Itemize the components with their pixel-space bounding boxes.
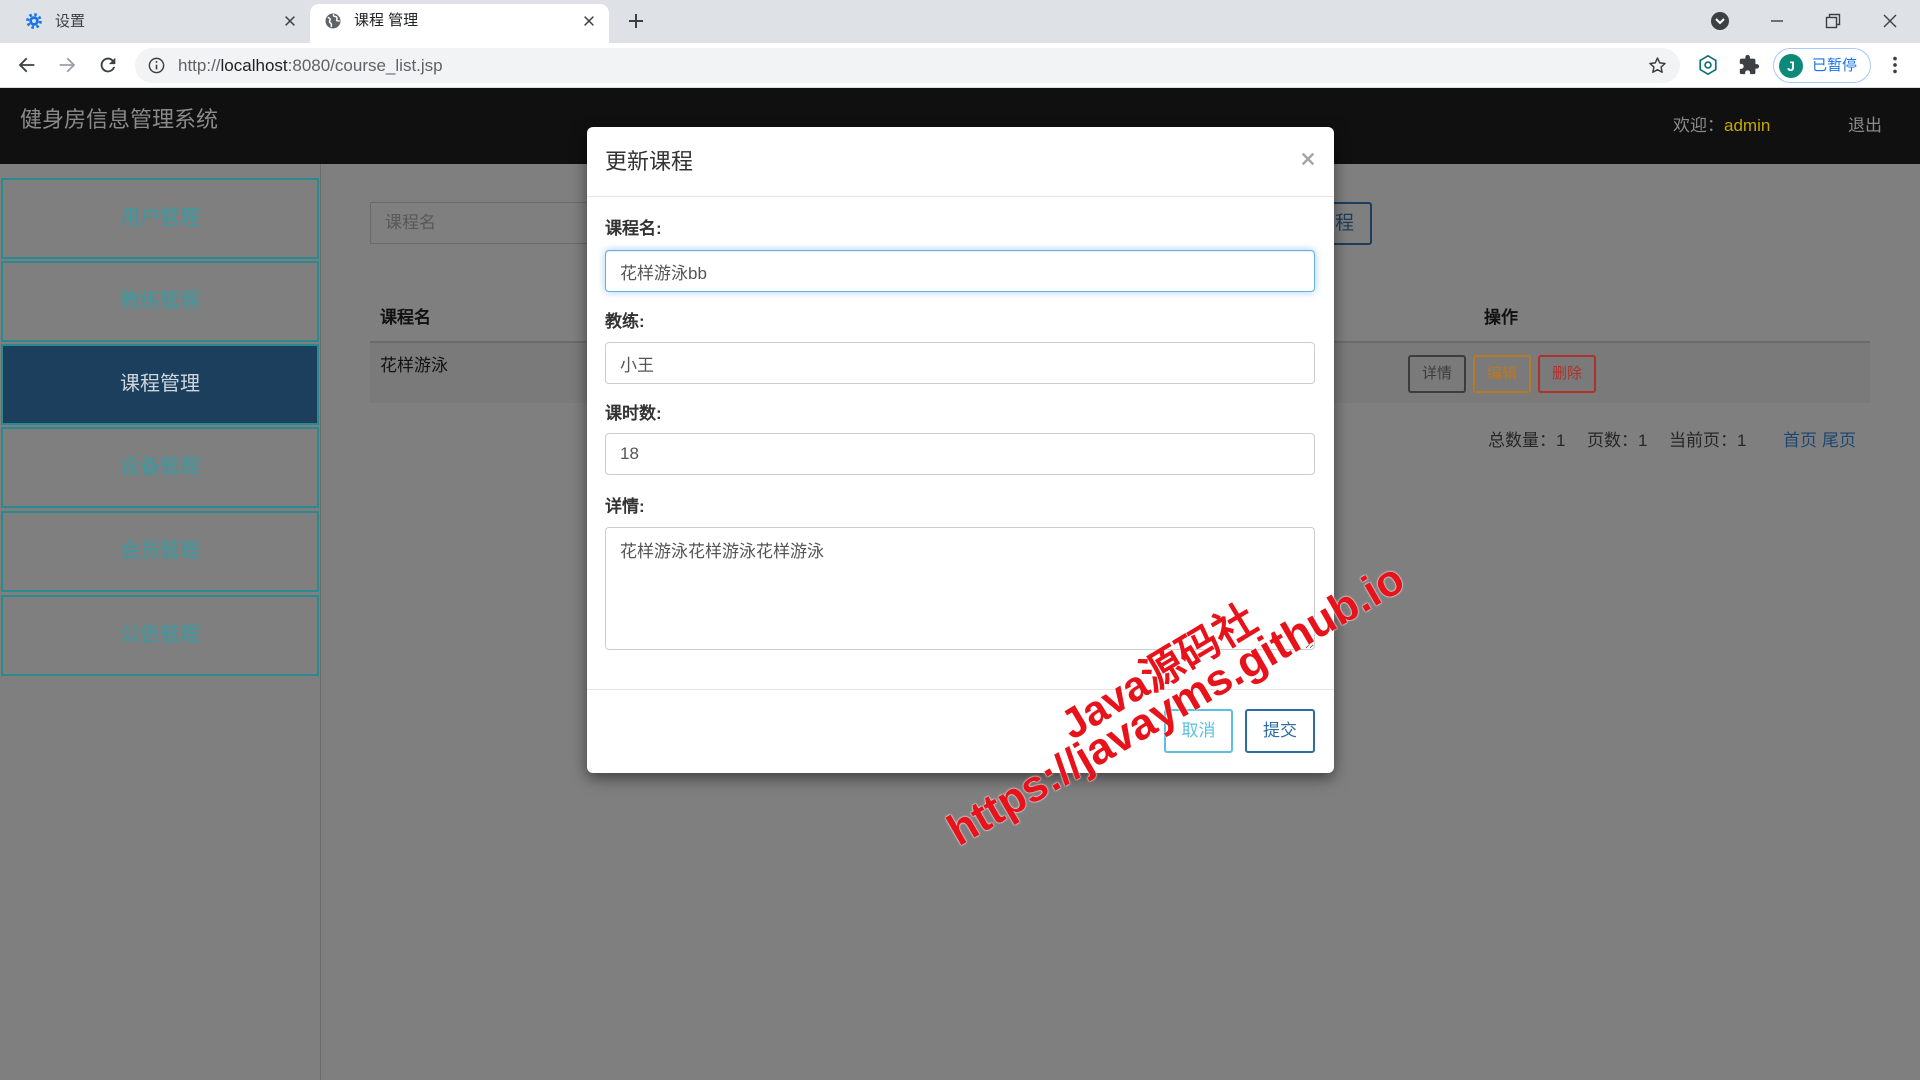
url-path: :8080/course_list.jsp bbox=[287, 56, 443, 75]
url-scheme: http:// bbox=[178, 56, 221, 75]
close-window-icon[interactable] bbox=[1880, 11, 1900, 31]
forward-arrow-icon[interactable] bbox=[56, 54, 78, 76]
dialog-header: 更新课程 bbox=[587, 127, 1334, 197]
submit-button[interactable]: 提交 bbox=[1245, 709, 1315, 753]
detail-label: 详情: bbox=[605, 497, 645, 516]
tab-course-management[interactable]: 课程 管理 bbox=[310, 4, 609, 43]
bookmark-star-icon[interactable] bbox=[1647, 55, 1668, 76]
course-name-label: 课程名: bbox=[605, 219, 662, 238]
profile-button[interactable]: J 已暂停 bbox=[1773, 48, 1871, 83]
avatar: J bbox=[1779, 54, 1803, 78]
detail-textarea[interactable]: 花样游泳花样游泳花样游泳 bbox=[605, 527, 1315, 650]
globe-icon bbox=[324, 12, 342, 30]
url-host: localhost bbox=[220, 56, 288, 75]
tab-title: 设置 bbox=[55, 13, 86, 30]
dialog-footer-divider bbox=[587, 689, 1334, 690]
tab-settings[interactable]: 设置 bbox=[0, 0, 309, 43]
dialog-title: 更新课程 bbox=[605, 149, 694, 174]
minimize-icon[interactable] bbox=[1767, 11, 1787, 31]
tab-title: 课程 管理 bbox=[354, 12, 419, 29]
course-name-field[interactable] bbox=[605, 250, 1315, 292]
gear-icon bbox=[25, 12, 43, 30]
extension-hexagon-icon[interactable] bbox=[1697, 54, 1719, 76]
restore-icon[interactable] bbox=[1823, 11, 1843, 31]
reload-icon[interactable] bbox=[97, 54, 119, 76]
lesson-count-label: 课时数: bbox=[605, 404, 662, 423]
lesson-count-field[interactable] bbox=[605, 433, 1315, 475]
browser-toolbar: http://localhost:8080/course_list.jsp J … bbox=[0, 43, 1920, 88]
coach-field[interactable] bbox=[605, 342, 1315, 384]
tab-search-dropdown-icon[interactable] bbox=[1710, 11, 1730, 31]
extensions-puzzle-icon[interactable] bbox=[1738, 54, 1760, 76]
close-icon[interactable] bbox=[1300, 151, 1316, 167]
update-course-dialog: 更新课程 课程名: 教练: 课时数: 详情: 花样游泳花样游泳花样游泳 取消 提… bbox=[587, 127, 1334, 773]
close-icon[interactable] bbox=[582, 14, 596, 28]
new-tab-plus-icon[interactable] bbox=[626, 11, 646, 31]
close-icon[interactable] bbox=[283, 14, 297, 28]
menu-dots-icon[interactable] bbox=[1884, 54, 1906, 76]
browser-tab-strip: 设置 课程 管理 bbox=[0, 0, 1920, 43]
site-info-icon[interactable] bbox=[147, 56, 166, 75]
cancel-button[interactable]: 取消 bbox=[1164, 709, 1233, 753]
url-text: http://localhost:8080/course_list.jsp bbox=[178, 48, 443, 83]
back-arrow-icon[interactable] bbox=[16, 54, 38, 76]
profile-status: 已暂停 bbox=[1812, 57, 1858, 74]
address-bar[interactable]: http://localhost:8080/course_list.jsp bbox=[135, 48, 1680, 83]
coach-label: 教练: bbox=[605, 312, 645, 331]
